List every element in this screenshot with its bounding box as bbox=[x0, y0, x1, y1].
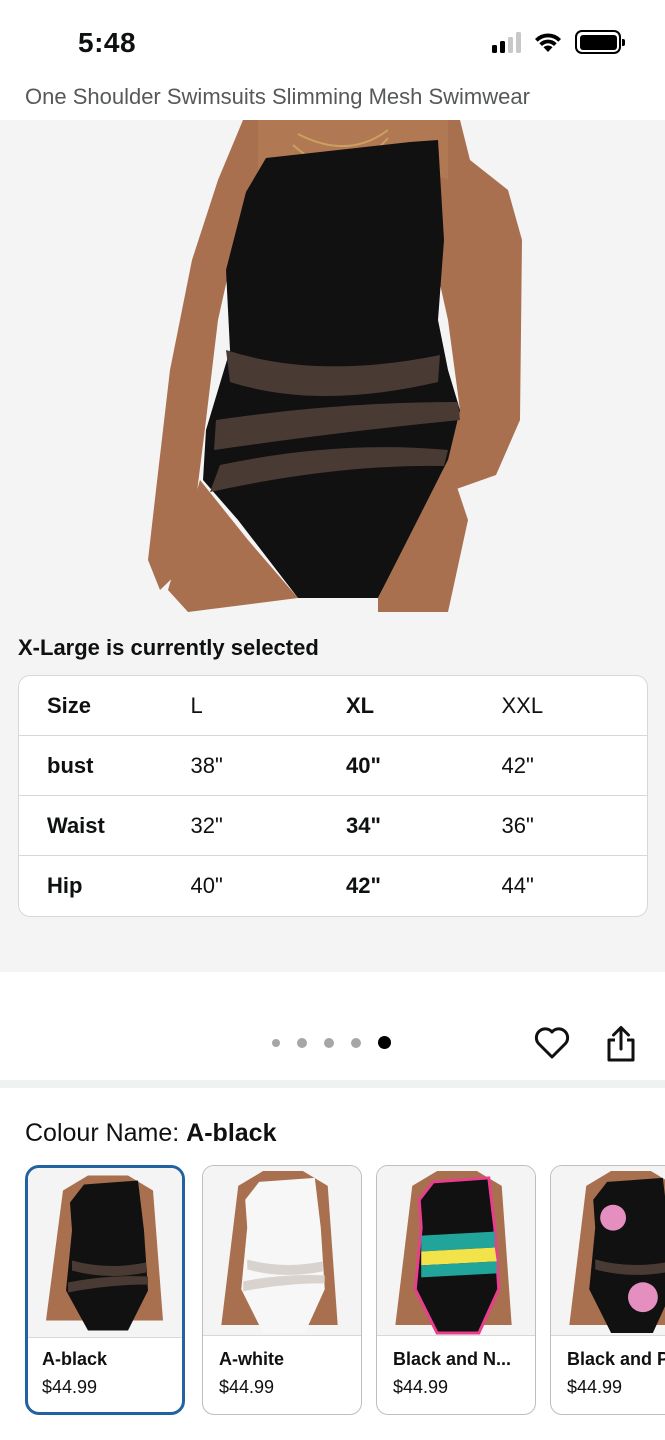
swatch-image bbox=[377, 1166, 535, 1336]
colour-swatch[interactable]: Black and P $44.99 bbox=[550, 1165, 665, 1415]
table-row: Waist 32" 34" 36" bbox=[19, 796, 647, 856]
row-label: Waist bbox=[47, 812, 105, 838]
swatch-image bbox=[28, 1168, 182, 1338]
product-image[interactable] bbox=[148, 120, 524, 612]
row-label: Hip bbox=[47, 873, 83, 898]
signal-icon bbox=[492, 31, 521, 53]
swatch-price: $44.99 bbox=[42, 1377, 98, 1397]
colour-swatch[interactable]: A-white $44.99 bbox=[202, 1165, 362, 1415]
swatch-image bbox=[551, 1166, 665, 1336]
product-image-carousel[interactable]: X-Large is currently selected Size L XL … bbox=[0, 120, 665, 972]
swatch-price: $44.99 bbox=[219, 1377, 275, 1397]
cell-l: 32" bbox=[190, 812, 223, 838]
colour-selected-value: A-black bbox=[186, 1119, 277, 1147]
row-label: bust bbox=[47, 752, 94, 778]
wifi-icon bbox=[535, 33, 561, 52]
cell-xxl: 44" bbox=[501, 873, 534, 898]
carousel-dot[interactable] bbox=[378, 1036, 391, 1049]
colour-label-text: Colour Name: bbox=[25, 1119, 187, 1147]
status-bar: 5:48 bbox=[0, 0, 665, 80]
status-icons bbox=[492, 30, 625, 54]
size-chart-table: Size L XL XXL bust 38" 40" 42" Waist 32"… bbox=[18, 675, 648, 917]
swatch-price: $44.99 bbox=[567, 1377, 623, 1397]
carousel-dot[interactable] bbox=[297, 1037, 307, 1048]
carousel-dots[interactable] bbox=[272, 1036, 408, 1049]
cell-xxl: 42" bbox=[501, 752, 534, 778]
cell-xl: 40" bbox=[346, 752, 381, 778]
cell-l: 38" bbox=[190, 752, 223, 778]
share-icon[interactable] bbox=[604, 1025, 638, 1063]
colour-swatch-list: A-black $44.99 A-white $44.99 Black and … bbox=[25, 1165, 665, 1425]
battery-icon bbox=[575, 30, 625, 54]
swatch-name: A-white bbox=[219, 1349, 284, 1369]
carousel-dot[interactable] bbox=[351, 1037, 361, 1048]
section-divider bbox=[0, 1080, 665, 1088]
cell-xl: XL bbox=[346, 692, 375, 718]
image-pager-row bbox=[0, 972, 665, 1082]
cell-xl: 42" bbox=[346, 873, 381, 898]
table-row: Hip 40" 42" 44" bbox=[19, 856, 647, 916]
colour-swatch[interactable]: A-black $44.99 bbox=[25, 1165, 185, 1415]
swatch-image bbox=[203, 1166, 361, 1336]
cell-l: L bbox=[190, 692, 203, 718]
swatch-name: Black and P bbox=[567, 1349, 665, 1369]
colour-swatch[interactable]: Black and N... $44.99 bbox=[376, 1165, 536, 1415]
cell-xl: 34" bbox=[346, 812, 381, 838]
status-time: 5:48 bbox=[78, 27, 137, 58]
heart-icon[interactable] bbox=[533, 1024, 571, 1060]
row-label: Size bbox=[47, 692, 92, 718]
cell-l: 40" bbox=[190, 873, 223, 898]
colour-name-label: Colour Name: A-black bbox=[25, 1119, 276, 1148]
cell-xxl: XXL bbox=[501, 692, 544, 718]
cell-xxl: 36" bbox=[501, 812, 534, 838]
swatch-price: $44.99 bbox=[393, 1377, 449, 1397]
table-row: bust 38" 40" 42" bbox=[19, 736, 647, 796]
table-row: Size L XL XXL bbox=[19, 676, 647, 736]
carousel-dot[interactable] bbox=[272, 1038, 280, 1047]
swatch-name: A-black bbox=[42, 1349, 108, 1369]
carousel-dot[interactable] bbox=[324, 1037, 334, 1048]
size-selected-note: X-Large is currently selected bbox=[18, 635, 319, 660]
swatch-name: Black and N... bbox=[393, 1349, 512, 1369]
product-title: One Shoulder Swimsuits Slimming Mesh Swi… bbox=[25, 84, 530, 109]
